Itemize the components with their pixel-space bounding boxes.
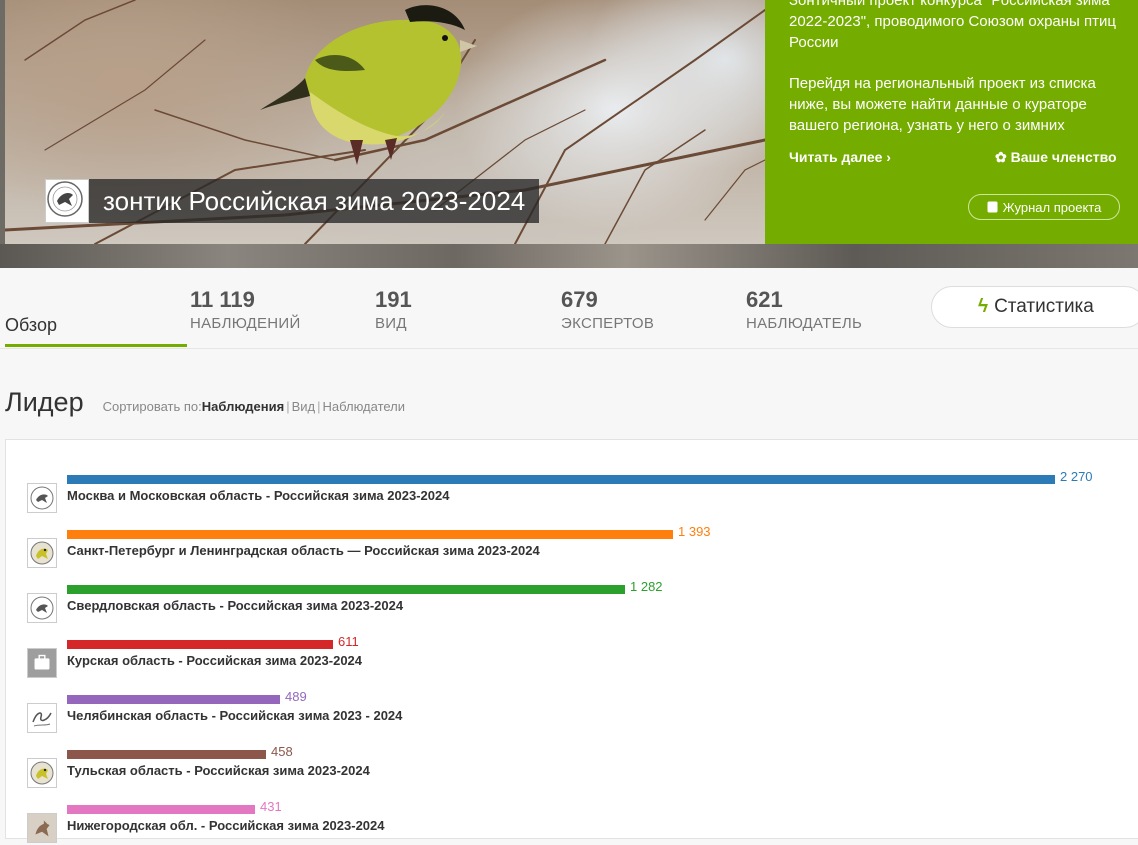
stat-observers[interactable]: 621 НАБЛЮДАТЕЛЬ [746, 287, 862, 332]
stat-label: ВИД [375, 315, 407, 332]
bar-value-label: 2 270 [1060, 469, 1093, 484]
statistics-label: Статистика [994, 296, 1094, 317]
project-banner: зонтик Российская зима 2023-2024 Зонтичн… [0, 0, 1138, 268]
bar-value-label: 458 [271, 744, 293, 759]
project-name[interactable]: Москва и Московская область - Российская… [67, 488, 449, 503]
leaderboard-row[interactable]: 458 Тульская область - Российская зима 20… [6, 744, 1136, 790]
sort-observers[interactable]: Наблюдатели [323, 399, 406, 414]
waxwing-icon [27, 813, 57, 843]
project-name[interactable]: Курская область - Российская зима 2023-2… [67, 653, 362, 668]
project-name[interactable]: Тульская область - Российская зима 2023-… [67, 763, 370, 778]
membership-label: Ваше членство [1010, 149, 1117, 165]
book-icon [987, 201, 998, 213]
briefcase-icon [27, 648, 57, 678]
bird-emblem-icon [27, 483, 57, 513]
leaderboard-bar [67, 750, 266, 759]
stat-label: НАБЛЮДАТЕЛЬ [746, 315, 863, 332]
stats-bar: Обзор 11 119 НАБЛЮДЕНИЙ 191 ВИД 679 ЭКСП… [0, 268, 1138, 349]
bar-value-label: 1 393 [678, 524, 711, 539]
leaderboard-row[interactable]: 489 Челябинская область - Российская зима… [6, 689, 1136, 735]
separator: | [317, 399, 321, 414]
statistics-button[interactable]: ϟ Статистика [931, 286, 1138, 328]
bar-value-label: 611 [338, 634, 359, 649]
stat-label: ЭКСПЕРТОВ [561, 315, 655, 332]
active-tab-indicator [5, 344, 187, 347]
leaderboard-bar [67, 805, 255, 814]
leaderboard-row[interactable]: 1 282 Свердловская область - Российская з… [6, 579, 1136, 625]
lightning-icon: ϟ [978, 296, 989, 317]
cover-photo: зонтик Российская зима 2023-2024 [5, 0, 765, 244]
project-logo-icon [45, 179, 89, 223]
bar-value-label: 1 282 [630, 579, 663, 594]
project-name[interactable]: Челябинская область - Российская зима 20… [67, 708, 402, 723]
project-name[interactable]: Свердловская область - Российская зима 2… [67, 598, 403, 613]
sort-species[interactable]: Вид [292, 399, 316, 414]
leaderboard-bar [67, 530, 673, 539]
leaderboard-bar [67, 640, 333, 649]
description-paragraph: Перейдя на региональный проект из списка… [789, 75, 1096, 134]
journal-label: Журнал проекта [1002, 199, 1102, 215]
leaderboard-row[interactable]: 611 Курская область - Российская зима 202… [6, 634, 1136, 680]
bar-value-label: 431 [260, 799, 282, 814]
sort-observations[interactable]: Наблюдения [202, 399, 284, 414]
project-info-panel: Зонтичный проект конкурса "Российская зи… [765, 0, 1138, 244]
stat-value: 11 119 [190, 287, 255, 312]
description-paragraph: Зонтичный проект конкурса "Российская зи… [789, 0, 1116, 51]
stat-value: 621 [746, 287, 783, 312]
leaderboard-header: Лидер Сортировать по: Наблюдения | Вид |… [5, 387, 405, 418]
tab-overview[interactable]: Обзор [5, 315, 57, 336]
leaderboard-bar [67, 585, 625, 594]
gear-icon: ✿ [995, 149, 1007, 165]
stat-species[interactable]: 191 ВИД [375, 287, 412, 332]
journal-button[interactable]: Журнал проекта [968, 194, 1120, 220]
project-title: зонтик Российская зима 2023-2024 [103, 185, 526, 216]
stat-observations[interactable]: 11 119 НАБЛЮДЕНИЙ [190, 287, 301, 332]
bird-emblem-icon [27, 593, 57, 623]
leaderboard-panel: 2 270 Москва и Московская область - Росси… [5, 439, 1138, 843]
project-title-badge: зонтик Российская зима 2023-2024 [45, 179, 540, 223]
membership-link[interactable]: ✿ Ваше членство [995, 149, 1117, 166]
leaderboard-title: Лидер [5, 387, 84, 417]
project-description: Зонтичный проект конкурса "Российская зи… [789, 0, 1129, 140]
leaderboard-row[interactable]: 1 393 Санкт-Петербург и Ленинградская обл… [6, 524, 1136, 570]
separator: | [286, 399, 290, 414]
leaderboard-bar [67, 475, 1055, 484]
siskin-bird [260, 5, 477, 165]
stat-value: 191 [375, 287, 412, 312]
banner-strip [0, 244, 1138, 268]
siskin-icon [27, 758, 57, 788]
read-more-link[interactable]: Читать далее › [789, 149, 891, 165]
stat-label: НАБЛЮДЕНИЙ [190, 315, 301, 332]
siskin-icon [27, 538, 57, 568]
bar-value-label: 489 [285, 689, 307, 704]
stat-identifiers[interactable]: 679 ЭКСПЕРТОВ [561, 287, 654, 332]
leaderboard-row[interactable]: 431 Нижегородская обл. - Российская зима … [6, 799, 1136, 845]
leaderboard-bar [67, 695, 280, 704]
stat-value: 679 [561, 287, 598, 312]
leaderboard-row[interactable]: 2 270 Москва и Московская область - Росси… [6, 469, 1136, 515]
project-name[interactable]: Санкт-Петербург и Ленинградская область … [67, 543, 540, 558]
sort-label: Сортировать по: [102, 399, 202, 414]
project-name[interactable]: Нижегородская обл. - Российская зима 202… [67, 818, 385, 833]
script-logo-icon [27, 703, 57, 733]
